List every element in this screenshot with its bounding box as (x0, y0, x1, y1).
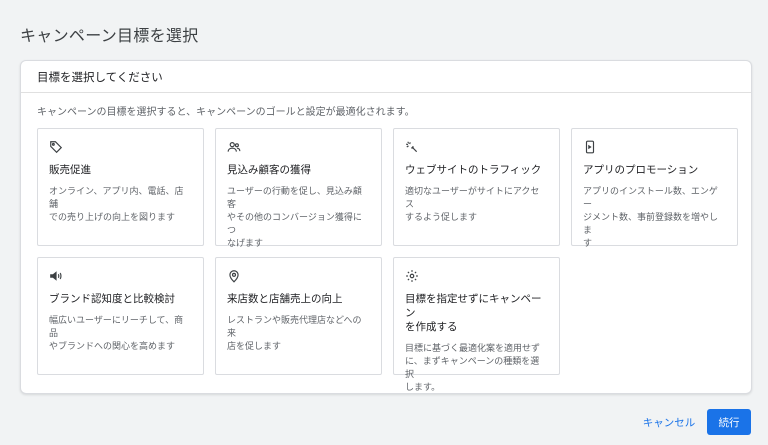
goal-card-title: 販売促進 (49, 164, 91, 176)
page-title: キャンペーン目標を選択 (20, 26, 199, 45)
megaphone-icon (49, 269, 63, 283)
goal-card-title: アプリのプロモーション (583, 164, 699, 176)
goal-card-title: ウェブサイトのトラフィック (405, 164, 542, 176)
panel-header: 目標を選択してください (21, 61, 751, 93)
goal-card-leads[interactable]: 見込み顧客の獲得 ユーザーの行動を促し、見込み顧客 やその他のコンバージョン獲得… (215, 128, 382, 249)
goal-card-store-visits[interactable]: 来店数と店舗売上の向上 レストランや販売代理店などへの来 店を促します (215, 257, 382, 375)
goal-card-description: 適切なユーザーがサイトにアクセス するよう促します (405, 187, 540, 223)
goal-card-title: ブランド認知度と比較検討 (49, 293, 175, 305)
goal-card-description: オンライン、アプリ内、電話、店舗 での売り上げの向上を図ります (49, 187, 184, 223)
mobile-phone-icon (583, 140, 597, 154)
location-pin-icon (227, 269, 241, 283)
goal-card-description: レストランや販売代理店などへの来 店を促します (227, 316, 362, 352)
goal-card-app-promotion[interactable]: アプリのプロモーション アプリのインストール数、エンゲー ジメント数、事前登録数… (571, 128, 738, 249)
goal-card-brand-awareness[interactable]: ブランド認知度と比較検討 幅広いユーザーにリーチして、商品 やブランドへの関心を… (37, 257, 204, 375)
goal-card-description: ユーザーの行動を促し、見込み顧客 やその他のコンバージョン獲得につ なげます (227, 187, 362, 249)
goal-card-title: 目標を指定せずにキャンペーン を作成する (405, 293, 542, 333)
gear-icon (405, 269, 419, 283)
goal-card-no-goal[interactable]: 目標を指定せずにキャンペーン を作成する 目標に基づく最適化案を適用せず に、ま… (393, 257, 560, 393)
goal-card-title: 来店数と店舗売上の向上 (227, 293, 343, 305)
goal-card-title: 見込み顧客の獲得 (227, 164, 311, 176)
tag-icon (49, 140, 63, 154)
goal-card-sales[interactable]: 販売促進 オンライン、アプリ内、電話、店舗 での売り上げの向上を図ります (37, 128, 204, 246)
goal-card-website-traffic[interactable]: ウェブサイトのトラフィック 適切なユーザーがサイトにアクセス するよう促します (393, 128, 560, 246)
sparkle-click-icon (405, 140, 419, 154)
cancel-button[interactable]: キャンセル (638, 410, 700, 434)
people-icon (227, 140, 241, 154)
goal-card-description: 目標に基づく最適化案を適用せず に、まずキャンペーンの種類を選択 します。 (405, 344, 541, 393)
continue-button[interactable]: 続行 (707, 409, 751, 435)
goal-card-description: アプリのインストール数、エンゲー ジメント数、事前登録数を増やしま す (583, 187, 719, 249)
panel-description: キャンペーンの目標を選択すると、キャンペーンのゴールと設定が最適化されます。 (37, 107, 415, 118)
goal-selection-panel: 目標を選択してください キャンペーンの目標を選択すると、キャンペーンのゴールと設… (20, 60, 752, 394)
page: キャンペーン目標を選択 目標を選択してください キャンペーンの目標を選択すると、… (0, 0, 768, 445)
goal-card-description: 幅広いユーザーにリーチして、商品 やブランドへの関心を高めます (49, 316, 184, 352)
